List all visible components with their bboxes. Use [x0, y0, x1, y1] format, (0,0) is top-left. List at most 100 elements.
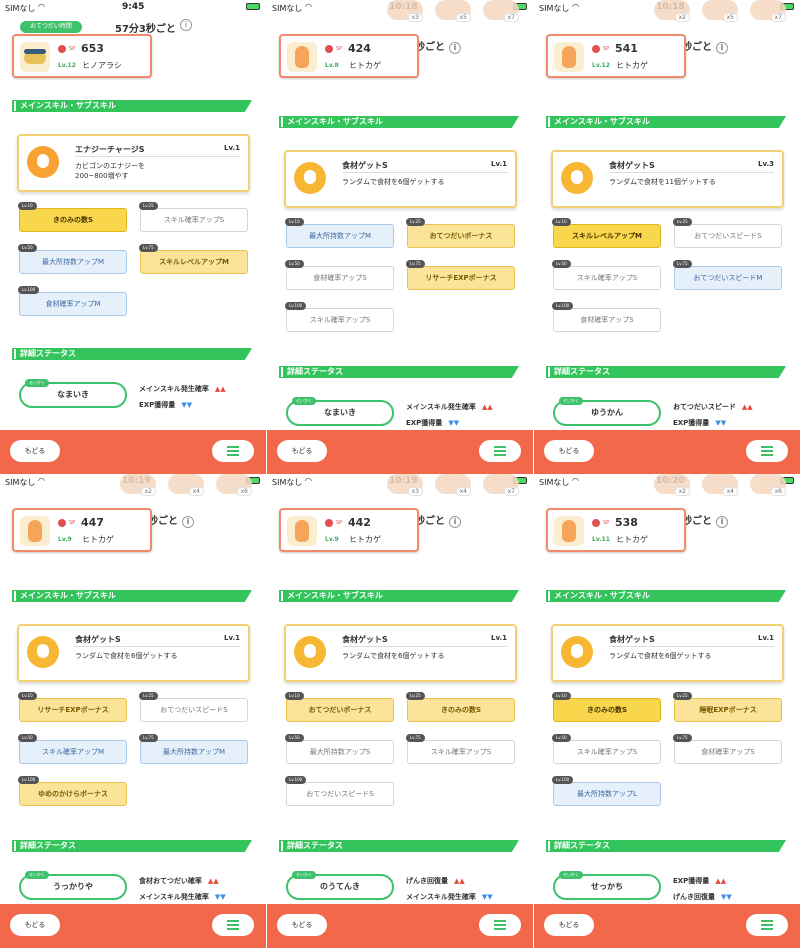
main-skill-level: Lv.1 — [224, 144, 240, 152]
menu-icon — [494, 920, 506, 930]
sp-label: SP — [69, 520, 76, 526]
pokemon-card: SP 538 Lv.11 ヒトカゲ — [546, 508, 686, 552]
back-button[interactable]: もどる — [10, 914, 60, 936]
section-main-skill: メインスキル・サブスキル — [546, 590, 786, 602]
sub-skill-button[interactable]: Lv.50 スキル確率アップS — [552, 260, 661, 290]
sub-skill-button[interactable]: Lv.25 スキル確率アップS — [139, 202, 248, 232]
menu-button[interactable] — [479, 440, 521, 462]
nature-name: なまいき — [57, 390, 89, 399]
sub-skill-button[interactable]: Lv.75 スキル確率アップS — [406, 734, 515, 764]
apple-icon — [561, 162, 593, 194]
sub-skill-button[interactable]: Lv.25 きのみの数S — [406, 692, 515, 722]
main-skill-card[interactable]: 食材ゲットS Lv.1 ランダムで食材を6個ゲットする — [284, 624, 517, 682]
pokemon-level: Lv.9 — [58, 536, 72, 543]
nature-badge[interactable]: せいかく なまいき — [286, 397, 394, 426]
pokemon-name: ヒトカゲ — [82, 535, 114, 544]
unlock-level-badge: Lv.25 — [139, 692, 158, 700]
sub-skill-button[interactable]: Lv.25 おてつだいスピードS — [673, 218, 782, 248]
wifi-icon: ◠ — [38, 2, 45, 11]
sub-skill-button[interactable]: Lv.10 おてつだいボーナス — [285, 692, 394, 722]
back-button[interactable]: もどる — [544, 914, 594, 936]
menu-button[interactable] — [746, 914, 788, 936]
sub-skill-button[interactable]: Lv.10 リサーチEXPボーナス — [18, 692, 127, 722]
sub-skill-label: おてつだいボーナス — [429, 232, 493, 240]
help-interval-label: 秒ごと — [682, 42, 712, 53]
menu-button[interactable] — [212, 914, 254, 936]
pokemon-portrait — [287, 42, 317, 72]
main-skill-card[interactable]: 食材ゲットS Lv.1 ランダムで食材を6個ゲットする — [284, 150, 517, 208]
sub-skill-button[interactable]: Lv.25 おてつだいスピードS — [139, 692, 248, 722]
main-skill-card[interactable]: 食材ゲットS Lv.1 ランダムで食材を6個ゲットする — [17, 624, 250, 682]
nature-badge[interactable]: せいかく うっかりや — [19, 871, 127, 900]
down-arrows-icon: ▼▼ — [715, 419, 727, 427]
sub-skill-button[interactable]: Lv.100 食材確率アップS — [552, 302, 661, 332]
sub-skill-button[interactable]: Lv.10 きのみの数S — [552, 692, 661, 722]
sub-skill-button[interactable]: Lv.50 最大所持数アップM — [18, 244, 127, 274]
info-icon[interactable]: i — [716, 42, 728, 54]
info-icon[interactable]: i — [180, 19, 192, 31]
down-arrows-icon: ▼▼ — [721, 893, 732, 901]
main-skill-card[interactable]: 食材ゲットS Lv.1 ランダムで食材を6個ゲットする — [551, 624, 784, 682]
nature-badge[interactable]: せいかく せっかち — [553, 871, 661, 900]
sub-skill-button[interactable]: Lv.100 最大所持数アップL — [552, 776, 661, 806]
unlock-level-badge: Lv.75 — [673, 734, 692, 742]
sub-skill-button[interactable]: Lv.100 おてつだいスピードS — [285, 776, 394, 806]
sub-skill-button[interactable]: Lv.100 スキル確率アップS — [285, 302, 394, 332]
menu-button[interactable] — [479, 914, 521, 936]
back-button[interactable]: もどる — [544, 440, 594, 462]
food-count: x3 — [407, 487, 423, 496]
help-time-badge: おてつだい時間 — [20, 21, 82, 33]
menu-button[interactable] — [212, 440, 254, 462]
sp-value: 538 — [615, 516, 638, 529]
sub-skill-button[interactable]: Lv.75 スキルレベルアップM — [139, 244, 248, 274]
nature-up-effect: げんき回復量 ▲▲ — [406, 876, 465, 886]
sub-skill-label: おてつだいスピードS — [694, 232, 762, 240]
pokemon-portrait — [287, 516, 317, 546]
info-icon[interactable]: i — [716, 516, 728, 528]
info-icon[interactable]: i — [449, 516, 461, 528]
nature-badge[interactable]: せいかく なまいき — [19, 379, 127, 408]
help-interval-text: 秒ごと i — [415, 38, 461, 54]
section-detail-status: 詳細ステータス — [279, 840, 519, 852]
nature-name: のうてんき — [320, 882, 360, 891]
unlock-level-badge: Lv.10 — [552, 692, 571, 700]
info-icon[interactable]: i — [182, 516, 194, 528]
section-main-skill: メインスキル・サブスキル — [279, 590, 519, 602]
sub-skill-button[interactable]: Lv.75 食材確率アップS — [673, 734, 782, 764]
main-skill-card[interactable]: 食材ゲットS Lv.3 ランダムで食材を11個ゲットする — [551, 150, 784, 208]
nature-tag: せいかく — [292, 397, 316, 405]
sub-skill-button[interactable]: Lv.25 睡眠EXPボーナス — [673, 692, 782, 722]
sub-skill-button[interactable]: Lv.50 スキル確率アップM — [18, 734, 127, 764]
nature-tag: せいかく — [25, 871, 49, 879]
sub-skill-button[interactable]: Lv.50 食材確率アップS — [285, 260, 394, 290]
nature-badge[interactable]: せいかく ゆうかん — [553, 397, 661, 426]
food-item: x7 — [750, 0, 786, 22]
back-button[interactable]: もどる — [10, 440, 60, 462]
nature-badge[interactable]: せいかく のうてんき — [286, 871, 394, 900]
food-item: x2 — [654, 0, 690, 22]
menu-button[interactable] — [746, 440, 788, 462]
sub-skill-label: スキル確率アップM — [41, 748, 105, 756]
sub-skill-button[interactable]: Lv.75 おてつだいスピードM — [673, 260, 782, 290]
pokemon-level: Lv.8 — [325, 62, 339, 69]
main-skill-description: ランダムで食材を6個ゲットする — [342, 178, 445, 186]
sub-skill-button[interactable]: Lv.50 スキル確率アップS — [552, 734, 661, 764]
sub-skill-button[interactable]: Lv.75 リサーチEXPボーナス — [406, 260, 515, 290]
sub-skill-button[interactable]: Lv.10 最大所持数アップM — [285, 218, 394, 248]
sub-skill-button[interactable]: Lv.10 スキルレベルアップM — [552, 218, 661, 248]
section-detail-status: 詳細ステータス — [12, 348, 252, 360]
sub-skill-button[interactable]: Lv.75 最大所持数アップM — [139, 734, 248, 764]
unlock-level-badge: Lv.50 — [285, 260, 304, 268]
sub-skill-button[interactable]: Lv.100 食材確率アップM — [18, 286, 127, 316]
sub-skill-button[interactable]: Lv.50 最大所持数アップS — [285, 734, 394, 764]
up-arrows-icon: ▲▲ — [715, 877, 727, 885]
unlock-level-badge: Lv.75 — [406, 734, 425, 742]
sub-skill-button[interactable]: Lv.100 ゆめのかけらボーナス — [18, 776, 127, 806]
sub-skill-button[interactable]: Lv.10 きのみの数S — [18, 202, 127, 232]
back-button[interactable]: もどる — [277, 440, 327, 462]
back-button[interactable]: もどる — [277, 914, 327, 936]
sp-icon — [58, 519, 66, 527]
sub-skill-button[interactable]: Lv.25 おてつだいボーナス — [406, 218, 515, 248]
info-icon[interactable]: i — [449, 42, 461, 54]
main-skill-card[interactable]: エナジーチャージS Lv.1 カビゴンのエナジーを 200~800増やす — [17, 134, 250, 192]
